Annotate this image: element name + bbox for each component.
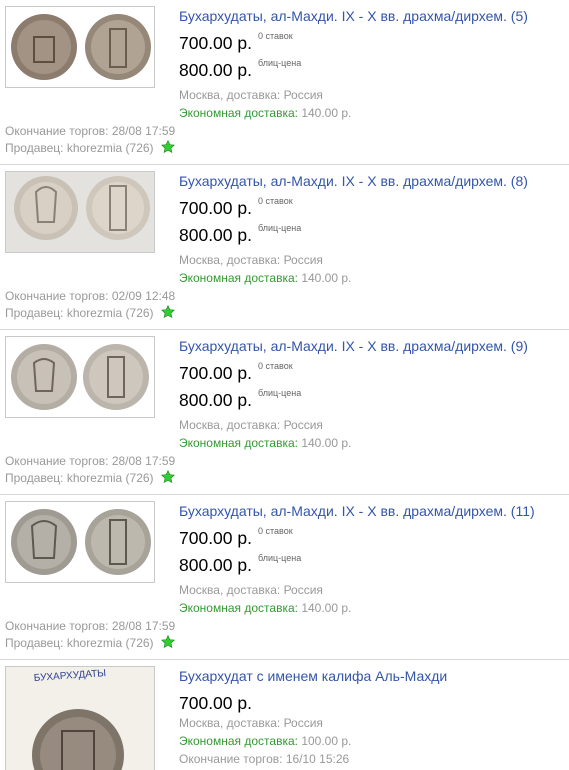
buyout-label: блиц-цена bbox=[257, 58, 302, 68]
listing-title-link[interactable]: Бухархудаты, ал-Махди. IX - X вв. драхма… bbox=[179, 173, 528, 189]
shipping-value: 140.00 р. bbox=[301, 106, 352, 120]
listing-results: Бухархудаты, ал-Махди. IX - X вв. драхма… bbox=[0, 0, 569, 770]
auction-end-time: Окончание торгов: 16/10 15:26 bbox=[179, 752, 350, 766]
green-star-icon bbox=[160, 139, 175, 153]
seller-info[interactable]: Продавец: khorezmia (726) bbox=[5, 634, 175, 651]
buyout-price: 800.00 р. блиц-цена bbox=[179, 58, 302, 80]
listing-title-link[interactable]: Бухархудаты, ал-Махди. IX - X вв. драхма… bbox=[179, 8, 528, 24]
shipping-value: 140.00 р. bbox=[301, 271, 352, 285]
current-price: 700.00 р. 0 ставок bbox=[179, 361, 293, 383]
listing-title-link[interactable]: Бухархудат с именем калифа Аль-Махди bbox=[179, 668, 447, 684]
current-price: 700.00 р. 0 ставок bbox=[179, 526, 293, 548]
location: Москва, доставка: Россия bbox=[179, 418, 323, 432]
shipping-label: Экономная доставка: bbox=[179, 436, 298, 450]
buyout-price: 800.00 р. блиц-цена bbox=[179, 388, 302, 410]
seller-info[interactable]: Продавец: khorezmia (726) bbox=[5, 304, 175, 321]
location: Москва, доставка: Россия bbox=[179, 88, 323, 102]
green-star-icon bbox=[160, 469, 175, 483]
shipping-info: Экономная доставка: 100.00 р. bbox=[179, 734, 351, 748]
buyout-price: 800.00 р. блиц-цена bbox=[179, 553, 302, 575]
coin-thumbnail[interactable] bbox=[5, 501, 155, 583]
coin-thumbnail[interactable]: БУХАРХУДАТЫ bbox=[5, 666, 155, 770]
shipping-value: 100.00 р. bbox=[301, 734, 352, 748]
shipping-info: Экономная доставка: 140.00 р. bbox=[179, 436, 351, 450]
seller-info[interactable]: Продавец: khorezmia (726) bbox=[5, 139, 175, 156]
bids-count: 0 ставок bbox=[257, 526, 293, 536]
auction-end-time: Окончание торгов: 28/08 17:59 bbox=[5, 124, 176, 138]
current-price: 700.00 р. 0 ставок bbox=[179, 31, 293, 53]
auction-end-time: Окончание торгов: 28/08 17:59 bbox=[5, 454, 176, 468]
buyout-price: 800.00 р. блиц-цена bbox=[179, 223, 302, 245]
location: Москва, доставка: Россия bbox=[179, 716, 323, 730]
shipping-value: 140.00 р. bbox=[301, 436, 352, 450]
listing-item: Бухархудаты, ал-Махди. IX - X вв. драхма… bbox=[0, 165, 569, 330]
buyout-label: блиц-цена bbox=[257, 553, 302, 563]
green-star-icon bbox=[160, 304, 175, 318]
shipping-label: Экономная доставка: bbox=[179, 106, 298, 120]
shipping-label: Экономная доставка: bbox=[179, 601, 298, 615]
auction-end-time: Окончание торгов: 28/08 17:59 bbox=[5, 619, 176, 633]
listing-item: Бухархудаты, ал-Махди. IX - X вв. драхма… bbox=[0, 495, 569, 660]
listing-item: Бухархудаты, ал-Махди. IX - X вв. драхма… bbox=[0, 330, 569, 495]
listing-item: БУХАРХУДАТЫ Бухархудат с именем калифа А… bbox=[0, 660, 569, 770]
coin-thumbnail[interactable] bbox=[5, 336, 155, 418]
current-price: 700.00 р. bbox=[179, 693, 252, 713]
listing-title-link[interactable]: Бухархудаты, ал-Махди. IX - X вв. драхма… bbox=[179, 338, 528, 354]
listing-title-link[interactable]: Бухархудаты, ал-Махди. IX - X вв. драхма… bbox=[179, 503, 535, 519]
coin-thumbnail[interactable] bbox=[5, 6, 155, 88]
shipping-info: Экономная доставка: 140.00 р. bbox=[179, 601, 351, 615]
shipping-info: Экономная доставка: 140.00 р. bbox=[179, 271, 351, 285]
buyout-label: блиц-цена bbox=[257, 388, 302, 398]
bids-count: 0 ставок bbox=[257, 196, 293, 206]
bids-count: 0 ставок bbox=[257, 31, 293, 41]
shipping-info: Экономная доставка: 140.00 р. bbox=[179, 106, 351, 120]
listing-item: Бухархудаты, ал-Махди. IX - X вв. драхма… bbox=[0, 0, 569, 165]
location: Москва, доставка: Россия bbox=[179, 583, 323, 597]
current-price: 700.00 р. 0 ставок bbox=[179, 196, 293, 218]
bids-count: 0 ставок bbox=[257, 361, 293, 371]
seller-info[interactable]: Продавец: khorezmia (726) bbox=[5, 469, 175, 486]
coin-thumbnail[interactable] bbox=[5, 171, 155, 253]
green-star-icon bbox=[160, 634, 175, 648]
shipping-value: 140.00 р. bbox=[301, 601, 352, 615]
location: Москва, доставка: Россия bbox=[179, 253, 323, 267]
shipping-label: Экономная доставка: bbox=[179, 271, 298, 285]
buyout-label: блиц-цена bbox=[257, 223, 302, 233]
auction-end-time: Окончание торгов: 02/09 12:48 bbox=[5, 289, 176, 303]
shipping-label: Экономная доставка: bbox=[179, 734, 298, 748]
